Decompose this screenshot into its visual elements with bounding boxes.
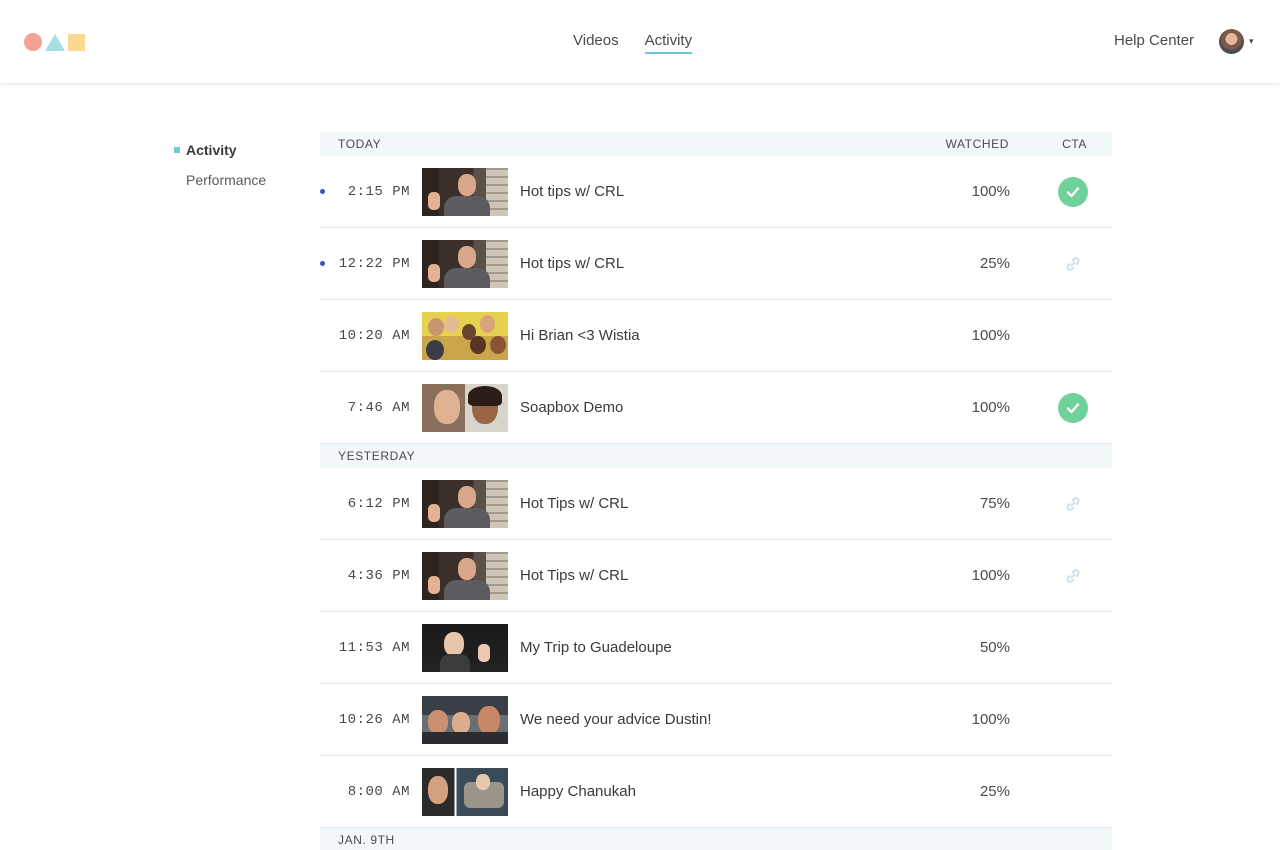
date-group-label: TODAY: [338, 137, 382, 151]
video-thumbnail[interactable]: [422, 312, 508, 360]
view-time: 4:36 PM: [347, 568, 410, 584]
activity-row[interactable]: 11:53 AM My Trip to Guadeloupe 50%: [320, 612, 1112, 684]
unread-dot-icon: [320, 189, 325, 194]
sidebar-item-label: Activity: [186, 142, 237, 158]
nav-activity[interactable]: Activity: [632, 0, 706, 84]
watched-percent: 50%: [979, 639, 1010, 656]
view-time: 8:00 AM: [347, 784, 410, 800]
sidebar-item-performance[interactable]: Performance: [174, 165, 266, 195]
cta-status: [1058, 777, 1088, 807]
video-thumbnail[interactable]: [422, 624, 508, 672]
logo-circle-icon: [24, 33, 42, 51]
video-title[interactable]: Hot tips w/ CRL: [520, 183, 624, 200]
date-group-header: TODAY WATCHED CTA: [320, 132, 1112, 156]
video-title[interactable]: Hot tips w/ CRL: [520, 255, 624, 272]
video-title[interactable]: Hot Tips w/ CRL: [520, 495, 628, 512]
video-thumbnail[interactable]: [422, 240, 508, 288]
date-group-label: YESTERDAY: [338, 449, 416, 463]
date-group-header: JAN. 9TH: [320, 828, 1112, 850]
logo-square-icon: [68, 33, 85, 51]
video-title[interactable]: Hi Brian <3 Wistia: [520, 327, 640, 344]
activity-table: TODAY WATCHED CTA 2:15 PM Hot tips w/ CRL 100…: [320, 132, 1112, 850]
watched-column-header: WATCHED: [945, 137, 1009, 151]
check-icon[interactable]: [1058, 177, 1088, 207]
watched-percent: 100%: [971, 399, 1010, 416]
cta-column-header: CTA: [1062, 137, 1087, 151]
cta-status: [1058, 249, 1088, 279]
video-title[interactable]: My Trip to Guadeloupe: [520, 639, 672, 656]
nav-videos[interactable]: Videos: [560, 0, 632, 84]
activity-row[interactable]: 10:20 AM Hi Brian <3 Wistia 100%: [320, 300, 1112, 372]
cta-status: [1058, 321, 1088, 351]
watched-percent: 100%: [971, 183, 1010, 200]
view-time: 2:15 PM: [347, 184, 410, 200]
watched-percent: 100%: [971, 327, 1010, 344]
activity-row[interactable]: 4:36 PM Hot Tips w/ CRL 100%: [320, 540, 1112, 612]
view-time: 7:46 AM: [347, 400, 410, 416]
active-marker-icon: [174, 147, 180, 153]
video-title[interactable]: We need your advice Dustin!: [520, 711, 712, 728]
cta-status: [1058, 393, 1088, 423]
cta-status: [1058, 489, 1088, 519]
watched-percent: 100%: [971, 711, 1010, 728]
logo-triangle-icon: [45, 33, 65, 51]
view-time: 6:12 PM: [347, 496, 410, 512]
cta-status: [1058, 561, 1088, 591]
help-center-link[interactable]: Help Center: [1114, 32, 1194, 49]
sidebar-item-activity[interactable]: Activity: [174, 135, 266, 165]
chevron-down-icon: ▾: [1249, 36, 1254, 46]
watched-percent: 25%: [979, 255, 1010, 272]
main-nav: Videos Activity: [560, 0, 705, 84]
link-icon[interactable]: [1064, 567, 1082, 585]
top-header: Videos Activity Help Center ▾: [0, 0, 1280, 84]
activity-row[interactable]: 10:26 AM We need your advice Dustin! 100%: [320, 684, 1112, 756]
activity-row[interactable]: 2:15 PM Hot tips w/ CRL 100%: [320, 156, 1112, 228]
view-time: 10:20 AM: [338, 328, 410, 344]
video-thumbnail[interactable]: [422, 384, 508, 432]
view-time: 12:22 PM: [338, 256, 410, 272]
video-thumbnail[interactable]: [422, 696, 508, 744]
video-thumbnail[interactable]: [422, 552, 508, 600]
date-group-label: JAN. 9TH: [338, 833, 395, 847]
avatar: [1219, 29, 1244, 54]
watched-percent: 100%: [971, 567, 1010, 584]
link-icon[interactable]: [1064, 255, 1082, 273]
cta-status: [1058, 633, 1088, 663]
video-thumbnail[interactable]: [422, 168, 508, 216]
sidebar: Activity Performance: [174, 135, 266, 195]
sidebar-item-label: Performance: [186, 172, 267, 188]
date-group-header: YESTERDAY: [320, 444, 1112, 468]
unread-dot-icon: [320, 261, 325, 266]
video-title[interactable]: Happy Chanukah: [520, 783, 636, 800]
view-time: 10:26 AM: [338, 712, 410, 728]
brand-logo[interactable]: [24, 33, 85, 51]
activity-row[interactable]: 8:00 AM Happy Chanukah 25%: [320, 756, 1112, 828]
video-thumbnail[interactable]: [422, 768, 508, 816]
video-title[interactable]: Soapbox Demo: [520, 399, 623, 416]
video-title[interactable]: Hot Tips w/ CRL: [520, 567, 628, 584]
cta-status: [1058, 705, 1088, 735]
video-thumbnail[interactable]: [422, 480, 508, 528]
link-icon[interactable]: [1064, 495, 1082, 513]
check-icon[interactable]: [1058, 393, 1088, 423]
activity-row[interactable]: 6:12 PM Hot Tips w/ CRL 75%: [320, 468, 1112, 540]
cta-status: [1058, 177, 1088, 207]
account-menu[interactable]: ▾: [1219, 29, 1254, 54]
watched-percent: 75%: [979, 495, 1010, 512]
watched-percent: 25%: [979, 783, 1010, 800]
activity-row[interactable]: 12:22 PM Hot tips w/ CRL 25%: [320, 228, 1112, 300]
activity-row[interactable]: 7:46 AM Soapbox Demo 100%: [320, 372, 1112, 444]
view-time: 11:53 AM: [338, 640, 410, 656]
